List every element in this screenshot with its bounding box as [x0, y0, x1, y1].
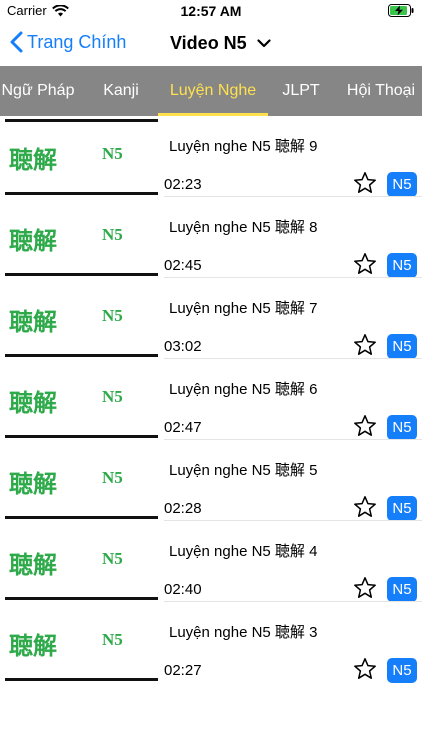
video-title: Luyện nghe N5 聴解 7 — [169, 300, 318, 317]
list-item[interactable]: 聴解 N5 Luyện nghe N5 聴解 7 03:02 N5 — [0, 278, 422, 359]
favorite-star-icon[interactable] — [353, 495, 377, 519]
thumbnail-level: N5 — [102, 630, 123, 649]
category-tab-bar: Ngữ Pháp Kanji Luyện Nghe JLPT Hội Thoại — [0, 66, 422, 116]
divider — [5, 435, 158, 438]
video-thumbnail: 聴解 N5 — [5, 444, 158, 519]
page-title-dropdown[interactable]: Video N5 — [170, 33, 271, 54]
video-thumbnail: 聴解 N5 — [5, 201, 158, 276]
thumbnail-level: N5 — [102, 144, 123, 163]
thumbnail-kanji: 聴解 — [9, 388, 57, 417]
tab-hoi-thoai[interactable]: Hội Thoại — [340, 66, 422, 116]
thumbnail-level: N5 — [102, 225, 123, 244]
divider — [5, 516, 158, 519]
level-badge: N5 — [387, 172, 417, 197]
favorite-star-icon[interactable] — [353, 252, 377, 276]
video-thumbnail: 聴解 N5 — [5, 606, 158, 681]
thumbnail-kanji: 聴解 — [9, 145, 57, 174]
thumbnail-level: N5 — [102, 549, 123, 568]
video-duration: 02:45 — [164, 257, 202, 274]
video-title: Luyện nghe N5 聴解 4 — [169, 543, 318, 560]
status-time: 12:57 AM — [180, 3, 242, 19]
video-title: Luyện nghe N5 聴解 3 — [169, 624, 318, 641]
thumbnail-kanji: 聴解 — [9, 226, 57, 255]
level-badge: N5 — [387, 253, 417, 278]
chevron-down-icon — [257, 39, 271, 48]
level-badge: N5 — [387, 415, 417, 440]
tab-jlpt[interactable]: JLPT — [276, 66, 326, 116]
thumbnail-kanji: 聴解 — [9, 631, 57, 660]
tab-ngu-phap[interactable]: Ngữ Pháp — [0, 66, 78, 116]
level-badge: N5 — [387, 334, 417, 359]
favorite-star-icon[interactable] — [353, 657, 377, 681]
chevron-left-icon — [10, 31, 23, 53]
tab-label: Hội Thoại — [346, 82, 416, 99]
tab-label: Kanji — [103, 82, 139, 99]
level-badge: N5 — [387, 658, 417, 683]
video-thumbnail: 聴解 N5 — [5, 282, 158, 357]
back-button-label: Trang Chính — [27, 31, 127, 52]
navigation-bar: Trang Chính Video N5 — [0, 22, 422, 66]
tab-kanji[interactable]: Kanji — [92, 66, 150, 116]
video-duration: 02:40 — [164, 581, 202, 598]
video-duration: 02:28 — [164, 500, 202, 517]
video-title: Luyện nghe N5 聴解 5 — [169, 462, 318, 479]
status-bar: Carrier 12:57 AM — [0, 0, 422, 22]
video-title: Luyện nghe N5 聴解 9 — [169, 138, 318, 155]
thumbnail-level: N5 — [102, 306, 123, 325]
favorite-star-icon[interactable] — [353, 171, 377, 195]
list-item[interactable]: 聴解 N5 Luyện nghe N5 聴解 5 02:28 N5 — [0, 440, 422, 521]
list-item[interactable]: 聴解 N5 Luyện nghe N5 聴解 8 02:45 N5 — [0, 197, 422, 278]
favorite-star-icon[interactable] — [353, 333, 377, 357]
level-badge: N5 — [387, 577, 417, 602]
list-item[interactable]: 聴解 N5 Luyện nghe N5 聴解 9 02:23 N5 — [0, 116, 422, 197]
thumbnail-kanji: 聴解 — [9, 550, 57, 579]
video-thumbnail: 聴解 N5 — [5, 363, 158, 438]
video-thumbnail: 聴解 N5 — [5, 525, 158, 600]
list-item[interactable]: 聴解 N5 Luyện nghe N5 聴解 3 02:27 N5 — [0, 602, 422, 683]
divider — [5, 192, 158, 195]
back-button[interactable]: Trang Chính — [10, 31, 126, 53]
divider — [5, 354, 158, 357]
tab-label: Luyện Nghe — [169, 82, 257, 99]
list-item[interactable]: 聴解 N5 Luyện nghe N5 聴解 4 02:40 N5 — [0, 521, 422, 602]
divider — [5, 273, 158, 276]
video-duration: 02:47 — [164, 419, 202, 436]
thumbnail-kanji: 聴解 — [9, 469, 57, 498]
tab-luyen-nghe[interactable]: Luyện Nghe — [158, 66, 268, 116]
thumbnail-kanji: 聴解 — [9, 307, 57, 336]
thumbnail-level: N5 — [102, 468, 123, 487]
divider — [5, 597, 158, 600]
battery-charging-icon — [388, 4, 414, 17]
divider — [5, 678, 158, 681]
video-thumbnail: 聴解 N5 — [5, 120, 158, 195]
favorite-star-icon[interactable] — [353, 414, 377, 438]
video-title: Luyện nghe N5 聴解 6 — [169, 381, 318, 398]
favorite-star-icon[interactable] — [353, 576, 377, 600]
page-title: Video N5 — [170, 33, 247, 53]
list-item[interactable]: 聴解 N5 Luyện nghe N5 聴解 6 02:47 N5 — [0, 359, 422, 440]
tab-label: JLPT — [282, 82, 320, 99]
video-duration: 03:02 — [164, 338, 202, 355]
tab-label: Ngữ Pháp — [1, 82, 75, 99]
video-duration: 02:23 — [164, 176, 202, 193]
thumbnail-level: N5 — [102, 387, 123, 406]
video-title: Luyện nghe N5 聴解 8 — [169, 219, 318, 236]
video-duration: 02:27 — [164, 662, 202, 679]
level-badge: N5 — [387, 496, 417, 521]
